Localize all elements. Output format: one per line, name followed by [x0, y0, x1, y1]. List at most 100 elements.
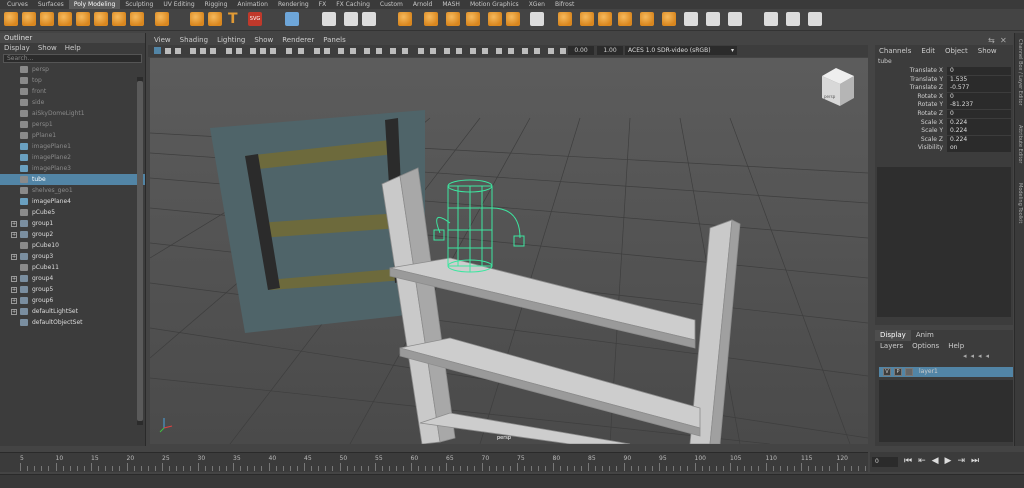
outliner-item[interactable]: imagePlane1	[0, 141, 145, 152]
outliner-item[interactable]: tube	[0, 174, 145, 185]
channel-value-field[interactable]: 0	[947, 67, 1011, 75]
channel-label[interactable]: Rotate Z	[917, 110, 943, 117]
shelf-tab-uv-editing[interactable]: UV Editing	[158, 0, 199, 9]
outliner-item[interactable]: imagePlane3	[0, 163, 145, 174]
tab-anim[interactable]: Anim	[911, 330, 939, 341]
outliner-item[interactable]: pCube10	[0, 240, 145, 251]
viewport-menu-panels[interactable]: Panels	[323, 35, 346, 45]
platonic-icon[interactable]	[130, 12, 144, 26]
outliner-item[interactable]: + group3	[0, 251, 145, 262]
multi-cut-icon[interactable]	[598, 12, 612, 26]
layers-menu-layers[interactable]: Layers	[880, 341, 903, 351]
channel-value-field[interactable]: 0	[947, 109, 1011, 118]
range-slider[interactable]	[0, 474, 1024, 488]
shelf-tab-rigging[interactable]: Rigging	[200, 0, 233, 9]
channel-value-field[interactable]: 0.224	[947, 135, 1011, 144]
channel-label[interactable]: Scale Z	[921, 136, 943, 143]
outliner-search-input[interactable]: Search...	[3, 54, 142, 63]
mirror-icon[interactable]	[488, 12, 502, 26]
sweep-mesh-icon[interactable]	[190, 12, 204, 26]
layer-visibility-toggle[interactable]: V	[883, 368, 891, 376]
shelf-tab-animation[interactable]: Animation	[232, 0, 273, 9]
3d-viewport[interactable]: persp persp	[150, 58, 868, 444]
shelf-tab-sculpting[interactable]: Sculpting	[120, 0, 158, 9]
cone-icon[interactable]	[58, 12, 72, 26]
tab-display[interactable]: Display	[875, 330, 911, 341]
polygon-tool-icon[interactable]	[208, 12, 222, 26]
channel-label[interactable]: Scale Y	[921, 127, 943, 134]
expand-icon[interactable]: +	[11, 254, 17, 260]
outliner-item[interactable]: top	[0, 75, 145, 86]
expand-icon[interactable]: +	[11, 276, 17, 282]
layer-playback-toggle[interactable]: P	[894, 368, 902, 376]
quad-draw-icon[interactable]	[764, 12, 778, 26]
shelf-tab-xgen[interactable]: XGen	[524, 0, 550, 9]
viewport-menu-lighting[interactable]: Lighting	[217, 35, 245, 45]
layers-menu-options[interactable]: Options	[912, 341, 939, 351]
outliner-menu-show[interactable]: Show	[38, 43, 57, 53]
play-forward-icon[interactable]	[970, 456, 980, 467]
layer-color-swatch[interactable]	[905, 368, 913, 376]
cube-icon[interactable]	[22, 12, 36, 26]
channel-label[interactable]: Visibility	[918, 144, 943, 151]
outliner-item[interactable]: pCube5	[0, 207, 145, 218]
channel-label[interactable]: Scale X	[921, 119, 943, 126]
current-frame-field[interactable]: 0	[872, 457, 898, 467]
channel-label[interactable]: Rotate X	[917, 93, 943, 100]
shelf-tab-arnold[interactable]: Arnold	[408, 0, 437, 9]
expand-icon[interactable]: +	[11, 221, 17, 227]
outliner-item[interactable]: persp	[0, 64, 145, 75]
outliner-item[interactable]: + group2	[0, 229, 145, 240]
outliner-item[interactable]: front	[0, 86, 145, 97]
color-space-select[interactable]: ACES 1.0 SDR-video (sRGB) ▾	[625, 46, 737, 55]
go-to-start-icon[interactable]	[904, 456, 914, 467]
tab-attribute-editor[interactable]: Attribute Editor	[1017, 125, 1023, 163]
channel-value-field[interactable]: on	[947, 144, 1011, 153]
collapse-icon[interactable]	[662, 12, 676, 26]
layer-row[interactable]: V P layer1	[879, 367, 1013, 377]
smooth-mesh-icon[interactable]	[285, 12, 299, 26]
outliner-item[interactable]: + defaultLightSet	[0, 306, 145, 317]
outliner-menu-display[interactable]: Display	[4, 43, 30, 53]
smooth-icon[interactable]	[446, 12, 460, 26]
extrude-icon[interactable]	[558, 12, 572, 26]
cb-menu-edit[interactable]: Edit	[921, 45, 935, 57]
plane-icon[interactable]	[94, 12, 108, 26]
super-shape-icon[interactable]	[155, 12, 169, 26]
shelf-tab-motion-graphics[interactable]: Motion Graphics	[465, 0, 524, 9]
shelf-tab-poly-modeling[interactable]: Poly Modeling	[68, 0, 121, 9]
viewport-menu-show[interactable]: Show	[254, 35, 273, 45]
slide-edge-icon[interactable]	[786, 12, 800, 26]
channel-value-field[interactable]: 0.224	[947, 127, 1011, 136]
boolean-icon[interactable]	[466, 12, 480, 26]
bevel-icon[interactable]	[580, 12, 594, 26]
channel-label[interactable]: Translate Y	[910, 76, 943, 83]
outliner-item[interactable]: persp1	[0, 119, 145, 130]
viewport-menu-shading[interactable]: Shading	[180, 35, 208, 45]
fill-hole-icon[interactable]	[530, 12, 544, 26]
bridge-icon[interactable]	[506, 12, 520, 26]
channel-value-field[interactable]: -0.577	[947, 84, 1011, 93]
channel-value-field[interactable]: 0	[947, 92, 1011, 101]
channel-value-field[interactable]: 1.535	[947, 75, 1011, 84]
outliner-menu-help[interactable]: Help	[65, 43, 81, 53]
channel-label[interactable]: Translate Z	[910, 84, 943, 91]
delete-edge-icon[interactable]	[728, 12, 742, 26]
layers-menu-help[interactable]: Help	[948, 341, 964, 351]
outliner-scrollbar[interactable]	[137, 77, 143, 425]
torus-icon[interactable]	[76, 12, 90, 26]
shelf-tab-curves[interactable]: Curves	[2, 0, 33, 9]
outliner-item[interactable]: imagePlane2	[0, 152, 145, 163]
close-icon[interactable]: ✕	[1000, 36, 1007, 45]
viewport-menu-renderer[interactable]: Renderer	[282, 35, 314, 45]
exposure-field[interactable]: 0.00	[568, 46, 594, 55]
cylinder-icon[interactable]	[40, 12, 54, 26]
offset-loop-icon[interactable]	[706, 12, 720, 26]
cb-menu-show[interactable]: Show	[978, 45, 997, 57]
outliner-item[interactable]: pPlane1	[0, 130, 145, 141]
channel-label[interactable]: Rotate Y	[918, 101, 943, 108]
channel-value-field[interactable]: 0.224	[947, 118, 1011, 127]
sphere-icon[interactable]	[4, 12, 18, 26]
outliner-item[interactable]: + group4	[0, 273, 145, 284]
viewport-menu-view[interactable]: View	[154, 35, 171, 45]
